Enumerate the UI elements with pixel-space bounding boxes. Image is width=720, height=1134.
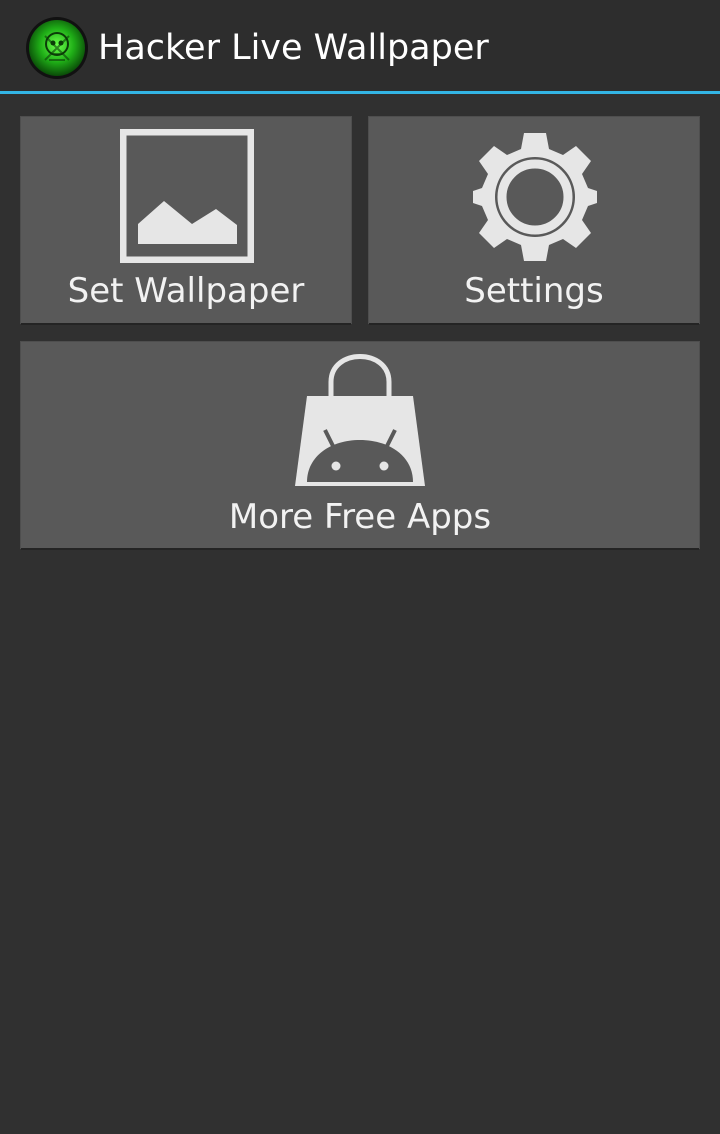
image-icon: [119, 128, 255, 267]
gear-icon: [473, 129, 597, 267]
app-screen: Hacker Live Wallpaper Set Wallpaper Sett…: [0, 0, 720, 1134]
app-icon[interactable]: [25, 16, 89, 80]
android-shopping-bag-icon: [293, 352, 427, 494]
set-wallpaper-label: Set Wallpaper: [67, 271, 305, 311]
more-free-apps-label: More Free Apps: [228, 497, 492, 537]
action-bar: Hacker Live Wallpaper: [0, 0, 720, 94]
app-title: Hacker Live Wallpaper: [98, 28, 489, 68]
settings-button[interactable]: Settings: [369, 117, 699, 323]
more-free-apps-button[interactable]: More Free Apps: [21, 342, 699, 548]
set-wallpaper-button[interactable]: Set Wallpaper: [21, 117, 351, 323]
settings-label: Settings: [464, 271, 604, 311]
